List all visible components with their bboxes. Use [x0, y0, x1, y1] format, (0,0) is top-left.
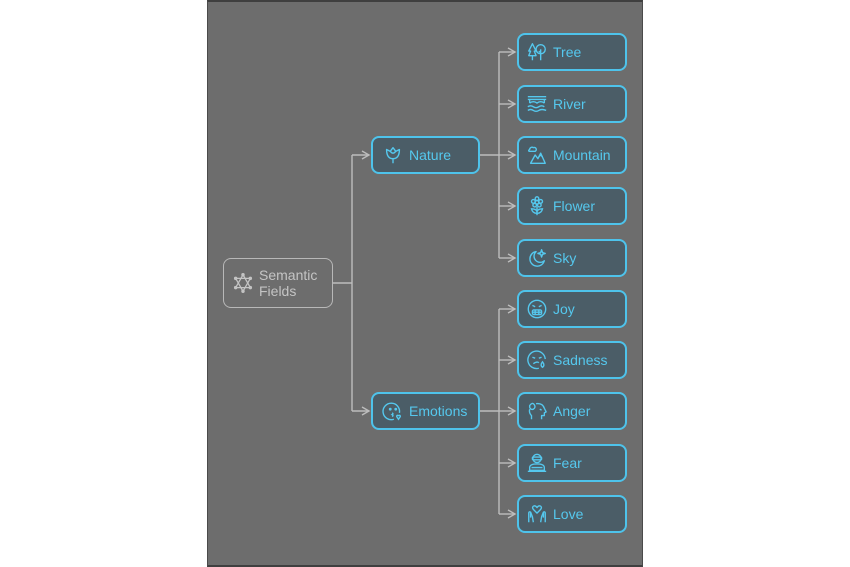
person-vr-icon [526, 452, 548, 474]
river-bridge-icon [526, 93, 548, 115]
rose-icon [382, 144, 404, 166]
leaf-label: Tree [553, 44, 582, 60]
leaf-label: Fear [553, 455, 582, 471]
branch-node-nature[interactable]: Nature [371, 136, 480, 174]
root-label: Semantic Fields [259, 267, 317, 299]
leaf-node-flower[interactable]: Flower [517, 187, 627, 225]
leaf-node-sadness[interactable]: Sadness [517, 341, 627, 379]
grimacing-face-icon [526, 298, 548, 320]
leaf-node-tree[interactable]: Tree [517, 33, 627, 71]
star-of-david-network-icon [232, 272, 254, 294]
root-node[interactable]: Semantic Fields [223, 258, 333, 308]
leaf-node-anger[interactable]: Anger [517, 392, 627, 430]
root-label-line1: Semantic [259, 267, 318, 283]
flower-icon [526, 195, 548, 217]
leaf-label: Sadness [553, 352, 608, 368]
branch-label: Emotions [409, 403, 468, 419]
leaf-label: Joy [553, 301, 575, 317]
branch-label: Nature [409, 147, 452, 163]
leaf-node-joy[interactable]: Joy [517, 290, 627, 328]
moon-stars-icon [526, 247, 548, 269]
leaf-label: Flower [553, 198, 596, 214]
root-label-line2: Fields [259, 283, 297, 299]
leaf-node-river[interactable]: River [517, 85, 627, 123]
leaf-node-fear[interactable]: Fear [517, 444, 627, 482]
leaf-label: Love [553, 506, 584, 522]
leaf-node-love[interactable]: Love [517, 495, 627, 533]
crying-face-icon [526, 349, 548, 371]
kissing-face-icon [382, 400, 404, 422]
leaf-label: Anger [553, 403, 591, 419]
leaf-node-sky[interactable]: Sky [517, 239, 627, 277]
mountain-cloud-icon [526, 144, 548, 166]
leaf-label: River [553, 96, 586, 112]
leaf-node-mountain[interactable]: Mountain [517, 136, 627, 174]
angry-head-icon [526, 400, 548, 422]
leaf-label: Sky [553, 250, 577, 266]
hands-heart-icon [526, 503, 548, 525]
trees-icon [526, 41, 548, 63]
branch-node-emotions[interactable]: Emotions [371, 392, 480, 430]
leaf-label: Mountain [553, 147, 611, 163]
